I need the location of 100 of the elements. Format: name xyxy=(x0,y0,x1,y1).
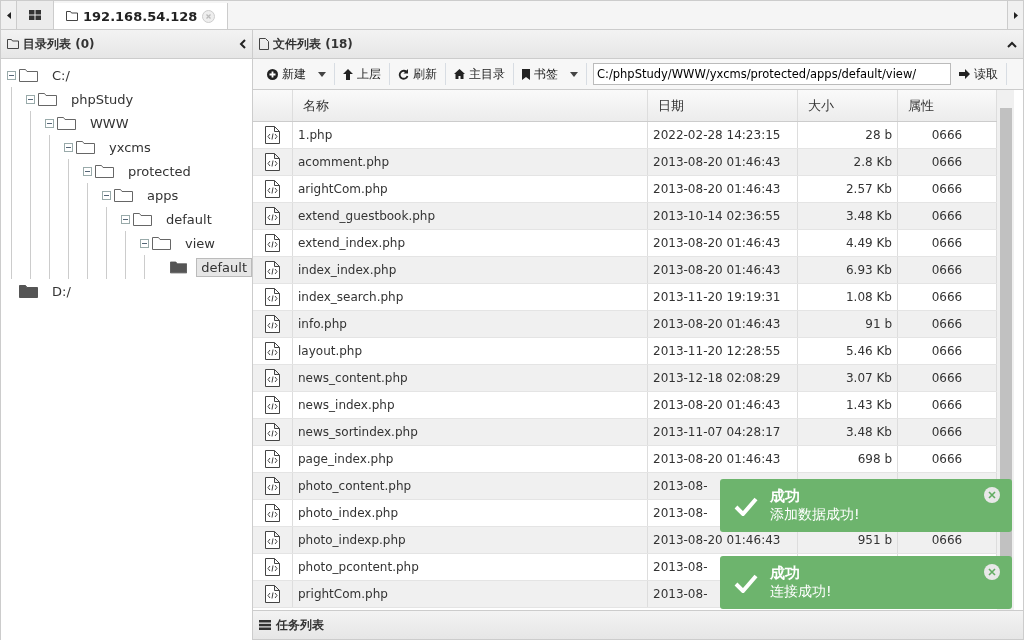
plus-circle-icon xyxy=(267,68,278,80)
table-cell: 2.8 Kb xyxy=(798,149,898,175)
code-file-icon xyxy=(265,585,280,603)
collapse-icon[interactable] xyxy=(26,94,35,104)
arrow-right-icon xyxy=(959,69,970,79)
folder-icon xyxy=(170,260,188,274)
panel-title: 任务列表 xyxy=(276,616,324,634)
file-name[interactable]: photo_pcontent.php xyxy=(293,554,648,580)
code-file-icon xyxy=(265,369,280,387)
folder-icon xyxy=(19,68,38,82)
path-field[interactable]: C:/phpStudy/WWW/yxcms/protected/apps/default/view/ xyxy=(593,63,951,85)
toolbar-button[interactable]: 刷新 xyxy=(390,63,446,85)
collapse-icon[interactable] xyxy=(7,70,16,80)
file-name[interactable]: acomment.php xyxy=(293,149,648,175)
folder-icon xyxy=(114,188,133,202)
close-icon xyxy=(988,568,996,576)
table-cell: 4.49 Kb xyxy=(798,230,898,256)
tree-item[interactable]: WWW xyxy=(85,113,134,133)
file-name[interactable]: extend_guestbook.php xyxy=(293,203,648,229)
table-cell: 6.93 Kb xyxy=(798,257,898,283)
table-cell: 2013-10-14 02:36:55 xyxy=(648,203,798,229)
file-name[interactable]: extend_index.php xyxy=(293,230,648,256)
caret-icon xyxy=(570,71,578,77)
tree-item[interactable]: default xyxy=(196,257,252,277)
tree-item[interactable]: yxcms xyxy=(104,137,156,157)
code-file-icon xyxy=(265,315,280,333)
toolbar-button[interactable]: 书签 xyxy=(514,63,587,85)
column-header[interactable]: 大小 xyxy=(798,90,898,121)
folder-icon xyxy=(76,140,95,154)
folder-icon xyxy=(19,284,38,298)
table-cell: 2013-11-20 19:19:31 xyxy=(648,284,798,310)
caret-icon xyxy=(318,71,326,77)
file-name[interactable]: page_index.php xyxy=(293,446,648,472)
check-icon xyxy=(734,495,758,516)
table-cell: 2013-11-20 12:28:55 xyxy=(648,338,798,364)
file-name[interactable]: index_search.php xyxy=(293,284,648,310)
caret-right-icon xyxy=(1013,11,1018,19)
collapse-icon[interactable] xyxy=(140,238,149,248)
table-cell: 698 b xyxy=(798,446,898,472)
file-name[interactable]: news_index.php xyxy=(293,392,648,418)
tree-item[interactable]: apps xyxy=(142,185,184,205)
read-button[interactable]: 读取 xyxy=(951,63,1007,85)
file-name[interactable]: news_sortindex.php xyxy=(293,419,648,445)
collapse-icon[interactable] xyxy=(83,166,92,176)
code-file-icon xyxy=(265,288,280,306)
code-file-icon xyxy=(265,531,280,549)
file-name[interactable]: arightCom.php xyxy=(293,176,648,202)
collapse-panel-button[interactable] xyxy=(1007,40,1017,48)
folder-icon xyxy=(95,164,114,178)
file-name[interactable]: 1.php xyxy=(293,122,648,148)
code-file-icon xyxy=(265,234,280,252)
scroll-left-button[interactable] xyxy=(1,1,17,29)
scroll-right-button[interactable] xyxy=(1007,1,1023,29)
column-header[interactable]: 名称 xyxy=(293,90,648,121)
tree-item[interactable]: phpStudy xyxy=(66,89,139,109)
collapse-icon[interactable] xyxy=(121,214,130,224)
file-name[interactable]: news_content.php xyxy=(293,365,648,391)
file-name[interactable]: index_index.php xyxy=(293,257,648,283)
file-name[interactable]: photo_indexp.php xyxy=(293,527,648,553)
collapse-icon[interactable] xyxy=(45,118,54,128)
file-name[interactable]: prightCom.php xyxy=(293,581,648,607)
code-file-icon xyxy=(265,126,280,144)
table-cell: 2013-12-18 02:08:29 xyxy=(648,365,798,391)
close-icon xyxy=(988,491,996,499)
bookmark-icon xyxy=(522,68,530,80)
home-icon xyxy=(454,69,465,79)
column-header[interactable]: 日期 xyxy=(648,90,798,121)
tree-item[interactable]: view xyxy=(180,233,220,253)
tab-label: 192.168.54.128 xyxy=(83,8,198,24)
arrow-up-icon xyxy=(343,68,353,80)
table-cell: 2013-08-20 01:46:43 xyxy=(648,446,798,472)
tab[interactable]: 192.168.54.128 xyxy=(54,3,229,29)
code-file-icon xyxy=(265,423,280,441)
tree-item[interactable]: default xyxy=(161,209,217,229)
code-file-icon xyxy=(265,504,280,522)
toolbar-button[interactable]: 主目录 xyxy=(446,63,514,85)
tree-item[interactable]: C:/ xyxy=(47,65,75,85)
code-file-icon xyxy=(265,180,280,198)
file-icon xyxy=(259,38,269,50)
file-name[interactable]: info.php xyxy=(293,311,648,337)
collapse-panel-button[interactable] xyxy=(239,39,246,49)
tree-item[interactable]: protected xyxy=(123,161,196,181)
file-name[interactable]: photo_content.php xyxy=(293,473,648,499)
toolbar-button[interactable]: 上层 xyxy=(335,63,390,85)
collapse-icon[interactable] xyxy=(102,190,111,200)
tree-item[interactable]: D:/ xyxy=(47,281,76,301)
file-name[interactable]: photo_index.php xyxy=(293,500,648,526)
code-file-icon xyxy=(265,450,280,468)
collapse-icon[interactable] xyxy=(64,142,73,152)
table-cell: 3.07 Kb xyxy=(798,365,898,391)
folder-icon xyxy=(7,39,19,49)
tab[interactable] xyxy=(17,1,54,29)
table-cell: 2013-08-20 01:46:43 xyxy=(648,257,798,283)
folder-icon xyxy=(66,11,78,21)
table-cell: 5.46 Kb xyxy=(798,338,898,364)
table-cell: 2013-08-20 01:46:43 xyxy=(648,149,798,175)
toolbar-button[interactable]: 新建 xyxy=(259,63,335,85)
folder-icon xyxy=(57,116,76,130)
toast-title: 成功 xyxy=(770,564,801,583)
file-name[interactable]: layout.php xyxy=(293,338,648,364)
